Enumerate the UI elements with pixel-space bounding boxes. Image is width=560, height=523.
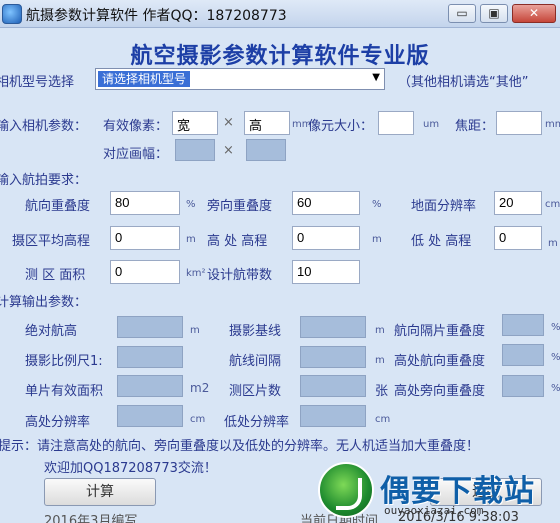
interval-overlap-output bbox=[502, 314, 544, 336]
app-main-title: 航空摄影参数计算软件专业版 bbox=[130, 43, 430, 69]
minimize-button[interactable]: ▭ bbox=[448, 4, 476, 23]
frame-size-label: 对应画幅： bbox=[103, 147, 169, 162]
photo-scale-label: 摄影比例尺1: bbox=[25, 354, 103, 369]
ground-resolution-label: 地面分辨率 bbox=[411, 199, 477, 214]
pixel-height-input[interactable]: 高 bbox=[244, 111, 290, 135]
window-title: 航摄参数计算软件 作者QQ：187208773 bbox=[26, 8, 287, 24]
single-area-output bbox=[117, 375, 183, 397]
close-button[interactable]: ✕ bbox=[512, 4, 556, 23]
area-input[interactable]: 0 bbox=[110, 260, 180, 284]
high-elevation-input[interactable]: 0 bbox=[292, 226, 360, 250]
avg-elevation-label: 摄区平均高程 bbox=[12, 234, 91, 249]
low-elevation-label: 低 处 高程 bbox=[411, 234, 472, 249]
absolute-height-label: 绝对航高 bbox=[25, 324, 78, 339]
ground-resolution-input[interactable]: 20 bbox=[494, 191, 542, 215]
high-forward-overlap-label: 高处航向重叠度 bbox=[394, 354, 486, 369]
line-spacing-output bbox=[300, 346, 366, 368]
unit-cm: cm bbox=[545, 199, 560, 210]
camera-model-select[interactable]: 请选择相机型号 ▼ bbox=[95, 68, 385, 90]
unit-m-out-3: m bbox=[375, 355, 385, 366]
unit-percent-out-2: % bbox=[551, 352, 560, 363]
unit-zhang: 张 bbox=[375, 384, 389, 399]
side-overlap-label: 旁向重叠度 bbox=[207, 199, 273, 214]
high-side-overlap-output bbox=[502, 375, 544, 397]
unit-percent-out: % bbox=[551, 322, 560, 333]
camera-other-hint: （其他相机请选“其他” bbox=[398, 75, 529, 90]
unit-m-2: m bbox=[372, 234, 382, 245]
tip-text: 提示：请注意高处的航向、旁向重叠度以及低处的分辨率。无人机适当加大重叠度！ bbox=[0, 439, 480, 454]
forward-overlap-input[interactable]: 80 bbox=[110, 191, 180, 215]
unit-percent-2: % bbox=[372, 199, 382, 210]
unit-m2: m2 bbox=[190, 381, 210, 395]
flight-req-section: 输入航拍要求： bbox=[0, 173, 88, 188]
low-elevation-input[interactable]: 0 bbox=[494, 226, 542, 250]
side-overlap-input[interactable]: 60 bbox=[292, 191, 360, 215]
maximize-button[interactable]: ▣ bbox=[480, 4, 508, 23]
unit-cm-out-2: cm bbox=[375, 414, 391, 425]
unit-um: um bbox=[423, 119, 440, 130]
strip-count-input[interactable]: 10 bbox=[292, 260, 360, 284]
low-resolution-label: 低处分辨率 bbox=[224, 415, 290, 430]
baseline-label: 摄影基线 bbox=[229, 324, 282, 339]
times-sign-2: × bbox=[223, 143, 234, 158]
focal-length-label: 焦距： bbox=[455, 119, 495, 134]
avg-elevation-input[interactable]: 0 bbox=[110, 226, 180, 250]
high-resolution-output bbox=[117, 405, 183, 427]
compiled-date: 2016年3月编写 bbox=[44, 514, 138, 523]
pixel-size-label: 像元大小： bbox=[308, 119, 374, 134]
camera-params-section: 输入相机参数： bbox=[0, 119, 88, 134]
high-elevation-label: 高 处 高程 bbox=[207, 234, 268, 249]
forward-overlap-label: 航向重叠度 bbox=[25, 199, 91, 214]
photo-count-label: 测区片数 bbox=[229, 384, 282, 399]
frame-height-output bbox=[246, 139, 286, 161]
window-titlebar: 航摄参数计算软件 作者QQ：187208773 ▭ ▣ ✕ bbox=[0, 0, 560, 28]
times-sign: × bbox=[223, 115, 234, 130]
low-resolution-output bbox=[300, 405, 366, 427]
area-label: 测 区 面积 bbox=[25, 268, 86, 283]
frame-width-output bbox=[175, 139, 215, 161]
unit-km2: km² bbox=[186, 268, 206, 279]
unit-m: m bbox=[186, 234, 196, 245]
watermark: 偶要下载站 ouyaoxiazai.com bbox=[318, 462, 558, 523]
photo-count-output bbox=[300, 375, 366, 397]
unit-m-3: m bbox=[548, 238, 558, 249]
unit-m-out: m bbox=[190, 325, 200, 336]
high-resolution-label: 高处分辨率 bbox=[25, 415, 91, 430]
unit-cm-out: cm bbox=[190, 414, 206, 425]
unit-percent-out-3: % bbox=[551, 383, 560, 394]
output-section: 计算输出参数： bbox=[0, 295, 88, 310]
focal-length-input[interactable] bbox=[496, 111, 542, 135]
line-spacing-label: 航线间隔 bbox=[229, 354, 282, 369]
watermark-logo-icon bbox=[318, 462, 374, 518]
pixel-size-input[interactable] bbox=[378, 111, 414, 135]
baseline-output bbox=[300, 316, 366, 338]
app-icon bbox=[2, 4, 22, 24]
qq-welcome-text: 欢迎加QQ187208773交流！ bbox=[44, 461, 217, 476]
unit-mm-2: mm bbox=[545, 119, 560, 130]
strip-count-label: 设计航带数 bbox=[207, 268, 273, 283]
high-forward-overlap-output bbox=[502, 344, 544, 366]
unit-m-out-2: m bbox=[375, 325, 385, 336]
effective-pixels-label: 有效像素： bbox=[103, 119, 169, 134]
unit-percent: % bbox=[186, 199, 196, 210]
photo-scale-output bbox=[117, 346, 183, 368]
single-area-label: 单片有效面积 bbox=[25, 384, 104, 399]
high-side-overlap-label: 高处旁向重叠度 bbox=[394, 384, 486, 399]
camera-model-selected: 请选择相机型号 bbox=[98, 71, 191, 87]
watermark-url: ouyaoxiazai.com bbox=[384, 504, 484, 517]
pixel-width-input[interactable]: 宽 bbox=[172, 111, 218, 135]
calculate-button[interactable]: 计算 bbox=[44, 478, 156, 506]
camera-model-label: 相机型号选择 bbox=[0, 75, 75, 90]
absolute-height-output bbox=[117, 316, 183, 338]
chevron-down-icon[interactable]: ▼ bbox=[372, 72, 380, 83]
interval-overlap-label: 航向隔片重叠度 bbox=[394, 324, 486, 339]
